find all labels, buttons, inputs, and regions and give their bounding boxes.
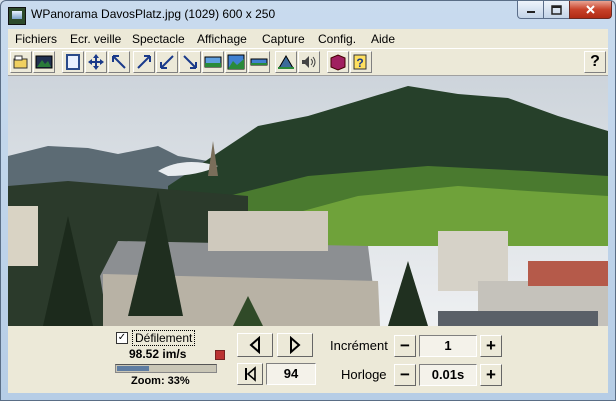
scroll-checkbox[interactable]: ✓ — [116, 332, 128, 344]
speaker-button[interactable] — [298, 51, 320, 73]
picture-icon — [35, 55, 53, 69]
close-icon — [586, 5, 595, 14]
triangle-right-icon — [290, 336, 301, 354]
close-button[interactable] — [569, 1, 612, 19]
arrow-down-right-button[interactable] — [179, 51, 201, 73]
panorama-image-icon — [204, 56, 222, 68]
help-doc-button[interactable]: ? — [350, 51, 372, 73]
app-icon[interactable] — [8, 7, 26, 25]
narrow-panorama-icon — [250, 58, 268, 66]
increment-plus-button[interactable]: + — [480, 335, 502, 357]
menu-fichiers[interactable]: Fichiers — [15, 32, 57, 46]
arrow-down-left-button[interactable] — [156, 51, 178, 73]
zoom-slider-fill — [117, 366, 150, 371]
skip-start-icon — [245, 366, 256, 382]
menu-aide[interactable]: Aide — [371, 32, 395, 46]
app-window: WPanorama DavosPlatz.jpg (1029) 600 x 25… — [0, 0, 616, 401]
picture-button[interactable] — [33, 51, 55, 73]
speaker-icon — [302, 56, 316, 68]
zoom-label: Zoom: 33% — [131, 375, 190, 387]
previous-button[interactable] — [237, 333, 273, 357]
frame-icon — [66, 54, 80, 70]
client-area: Fichiers Ecr. veille Spectacle Affichage… — [8, 29, 608, 393]
arrow-down-right-icon — [183, 55, 197, 69]
next-button[interactable] — [277, 333, 313, 357]
landscape-icon — [227, 54, 245, 70]
arrow-up-left-icon — [112, 55, 126, 69]
arrow-up-left-button[interactable] — [108, 51, 130, 73]
mountain-icon — [278, 55, 294, 69]
svg-text:?: ? — [356, 56, 363, 70]
panorama-image-button[interactable] — [202, 51, 224, 73]
first-frame-button[interactable] — [237, 363, 263, 385]
help-button[interactable]: ? — [584, 51, 606, 73]
narrow-panorama-button[interactable] — [248, 51, 270, 73]
open-file-button[interactable] — [10, 51, 32, 73]
book-button[interactable] — [327, 51, 349, 73]
triangle-left-icon — [249, 336, 260, 354]
clock-plus-button[interactable]: + — [480, 364, 502, 386]
increment-label: Incrément — [330, 338, 388, 353]
minimize-button[interactable] — [517, 1, 544, 19]
arrow-up-right-icon — [137, 55, 151, 69]
rate-value: 98.52 im/s — [129, 347, 187, 361]
rate-indicator-icon — [215, 350, 225, 360]
controls-panel: ✓ Défilement 98.52 im/s Zoom: 33% 94 Inc… — [8, 326, 608, 393]
panorama-image — [8, 76, 608, 326]
menu-ecr-veille[interactable]: Ecr. veille — [70, 32, 121, 46]
menu-affichage[interactable]: Affichage — [197, 32, 247, 46]
frame-number-field[interactable]: 94 — [266, 363, 316, 385]
scroll-label[interactable]: Défilement — [132, 330, 196, 346]
menu-config[interactable]: Config. — [318, 32, 356, 46]
book-icon — [330, 54, 346, 71]
increment-field[interactable]: 1 — [419, 335, 477, 357]
menu-bar: Fichiers Ecr. veille Spectacle Affichage… — [8, 29, 608, 48]
minimize-icon — [526, 10, 535, 13]
panorama-view[interactable] — [8, 76, 608, 326]
open-file-icon — [13, 55, 28, 69]
move-arrows-icon — [88, 54, 104, 70]
window-title: WPanorama DavosPlatz.jpg (1029) 600 x 25… — [31, 7, 276, 21]
clock-label: Horloge — [341, 367, 387, 382]
mountain-button[interactable] — [275, 51, 297, 73]
landscape-button[interactable] — [225, 51, 247, 73]
menu-spectacle[interactable]: Spectacle — [132, 32, 185, 46]
increment-minus-button[interactable]: − — [394, 335, 416, 357]
maximize-icon — [551, 4, 562, 15]
frame-button[interactable] — [62, 51, 84, 73]
arrow-up-right-button[interactable] — [133, 51, 155, 73]
menu-capture[interactable]: Capture — [262, 32, 305, 46]
window-bottom-border — [1, 393, 615, 400]
maximize-button[interactable] — [543, 1, 570, 19]
clock-field[interactable]: 0.01s — [419, 364, 477, 386]
arrow-down-left-icon — [160, 55, 174, 69]
title-bar[interactable]: WPanorama DavosPlatz.jpg (1029) 600 x 25… — [1, 1, 615, 29]
help-doc-icon: ? — [353, 54, 367, 70]
move-arrows-button[interactable] — [85, 51, 107, 73]
clock-minus-button[interactable]: − — [394, 364, 416, 386]
toolbar: ? ? — [8, 48, 608, 76]
zoom-slider[interactable] — [115, 364, 217, 373]
